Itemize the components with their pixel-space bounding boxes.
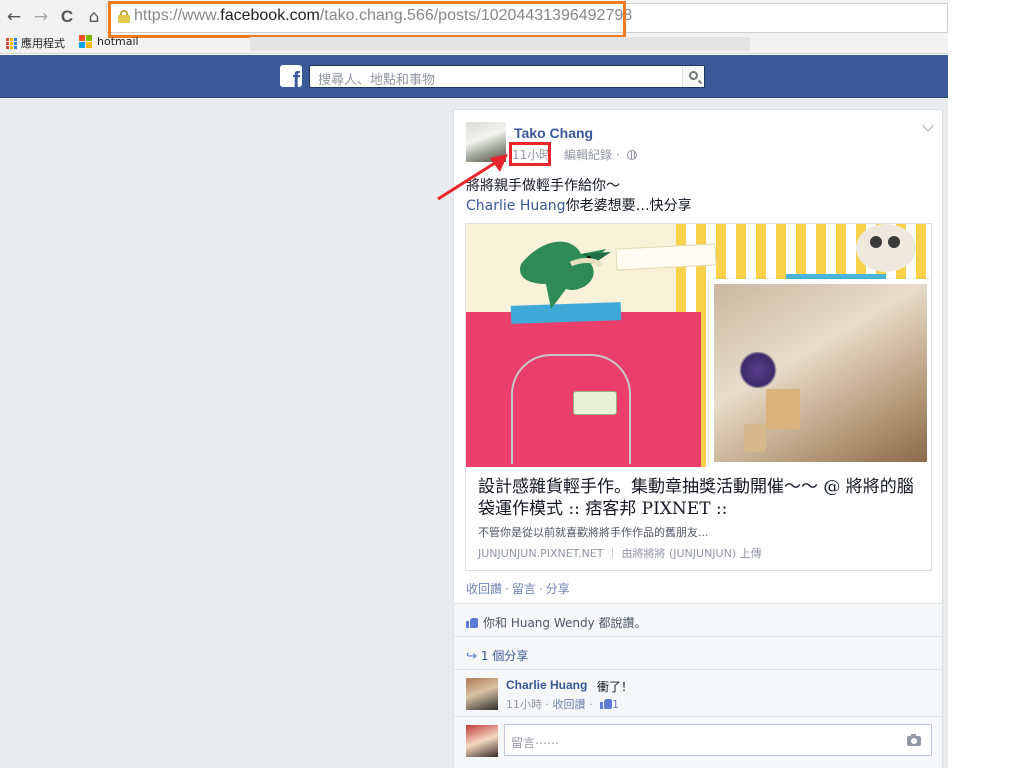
hanging-tag bbox=[573, 391, 617, 415]
edit-history-link[interactable]: 編輯紀錄 bbox=[564, 148, 612, 162]
commenter-name[interactable]: Charlie Huang bbox=[506, 678, 587, 692]
browser-toolbar: ← → C ⌂ https://www.facebook.com/tako.ch… bbox=[0, 0, 948, 54]
post-author-name[interactable]: Tako Chang bbox=[514, 125, 593, 141]
likes-sentence[interactable]: 你和 Huang Wendy 都說讚。 bbox=[483, 616, 647, 630]
write-comment-row: 留言⋯⋯ bbox=[454, 717, 942, 764]
comment-placeholder: 留言⋯⋯ bbox=[511, 736, 560, 750]
forward-icon[interactable]: → bbox=[31, 7, 51, 27]
bookmark-hotmail-label: hotmail bbox=[97, 35, 139, 48]
commenter-avatar[interactable] bbox=[466, 678, 498, 710]
bookmarks-bar: 應用程式 hotmail bbox=[0, 34, 948, 52]
globe-icon[interactable] bbox=[626, 150, 637, 160]
comment-unlike-link[interactable]: 收回讚 bbox=[553, 698, 586, 711]
url-highlight-box bbox=[108, 1, 626, 38]
preview-title[interactable]: 設計感雜貨輕手作。集動章抽獎活動開催～～ @ 將將的腦袋運作模式 :: 痞客邦 … bbox=[478, 476, 918, 520]
paper-bag bbox=[766, 389, 800, 429]
viewer-avatar bbox=[466, 725, 498, 757]
owl-figure bbox=[856, 224, 916, 272]
likes-row: 你和 Huang Wendy 都說讚。 bbox=[454, 604, 942, 637]
comment-timestamp[interactable]: 11小時 bbox=[506, 698, 542, 711]
search-placeholder: 搜尋人、地點和事物 bbox=[318, 73, 436, 88]
comment-meta: 11小時 · 收回讚 · 1 bbox=[506, 698, 619, 711]
unlike-link[interactable]: 收回讚 bbox=[466, 582, 502, 596]
camera-icon[interactable] bbox=[907, 734, 921, 746]
bookmark-apps-label: 應用程式 bbox=[21, 37, 65, 50]
search-icon bbox=[689, 71, 698, 80]
windows-logo-icon bbox=[79, 35, 92, 48]
chevron-down-icon[interactable] bbox=[922, 120, 934, 132]
apps-icon bbox=[6, 37, 17, 49]
thumbs-up-icon bbox=[600, 698, 612, 709]
preview-source: JUNJUNJUN.PIXNET.NET ｜ 由將將將 (JUNJUNJUN) … bbox=[478, 547, 762, 560]
thumbs-up-icon bbox=[466, 617, 478, 628]
feedback-section: 你和 Huang Wendy 都說讚。 ↪ 1 個分享 Charlie Huang… bbox=[454, 603, 942, 768]
post-card: Tako Chang 11小時 編輯紀錄 · 將將親手做輕手作給你～ Charl… bbox=[453, 109, 943, 768]
reload-icon[interactable]: C bbox=[57, 7, 77, 27]
preview-image[interactable] bbox=[466, 224, 931, 467]
comment-link[interactable]: 留言 bbox=[512, 582, 536, 596]
comment-row: Charlie Huang 衝了！ 11小時 · 收回讚 · 1 bbox=[454, 670, 942, 717]
home-icon[interactable]: ⌂ bbox=[84, 7, 104, 27]
lavender-bunch bbox=[738, 352, 778, 388]
share-arrow-icon: ↪ bbox=[466, 649, 477, 664]
comment-input[interactable]: 留言⋯⋯ bbox=[504, 724, 932, 756]
link-preview[interactable]: 設計感雜貨輕手作。集動章抽獎活動開催～～ @ 將將的腦袋運作模式 :: 痞客邦 … bbox=[465, 223, 932, 571]
shares-count[interactable]: 1 個分享 bbox=[481, 649, 528, 663]
comment-text: 衝了！ bbox=[597, 680, 634, 694]
spool bbox=[744, 424, 766, 452]
search-button[interactable] bbox=[682, 66, 704, 87]
post-meta: 編輯紀錄 · bbox=[564, 146, 637, 163]
bookmark-hotmail[interactable]: hotmail bbox=[79, 35, 139, 48]
share-link[interactable]: 分享 bbox=[546, 582, 570, 596]
post-actions: 收回讚 · 留言 · 分享 bbox=[466, 582, 570, 596]
facebook-header: f 搜尋人、地點和事物 bbox=[0, 55, 948, 98]
comment-like-count[interactable]: 1 bbox=[612, 698, 619, 711]
facebook-logo-icon[interactable]: f bbox=[280, 65, 302, 87]
meta-separator: · bbox=[615, 148, 620, 162]
shares-row: ↪ 1 個分享 bbox=[454, 637, 942, 670]
search-input[interactable]: 搜尋人、地點和事物 bbox=[309, 65, 705, 88]
back-icon[interactable]: ← bbox=[4, 7, 24, 27]
bird-illustration bbox=[520, 241, 611, 309]
blank-margin bbox=[948, 0, 1024, 768]
post-message-line2-rest: 你老婆想要…快分享 bbox=[565, 198, 692, 214]
annotation-arrow bbox=[437, 154, 508, 201]
preview-description: 不管你是從以前就喜歡將將手作作品的舊朋友... bbox=[478, 526, 709, 539]
bookmark-apps[interactable]: 應用程式 bbox=[6, 35, 65, 51]
